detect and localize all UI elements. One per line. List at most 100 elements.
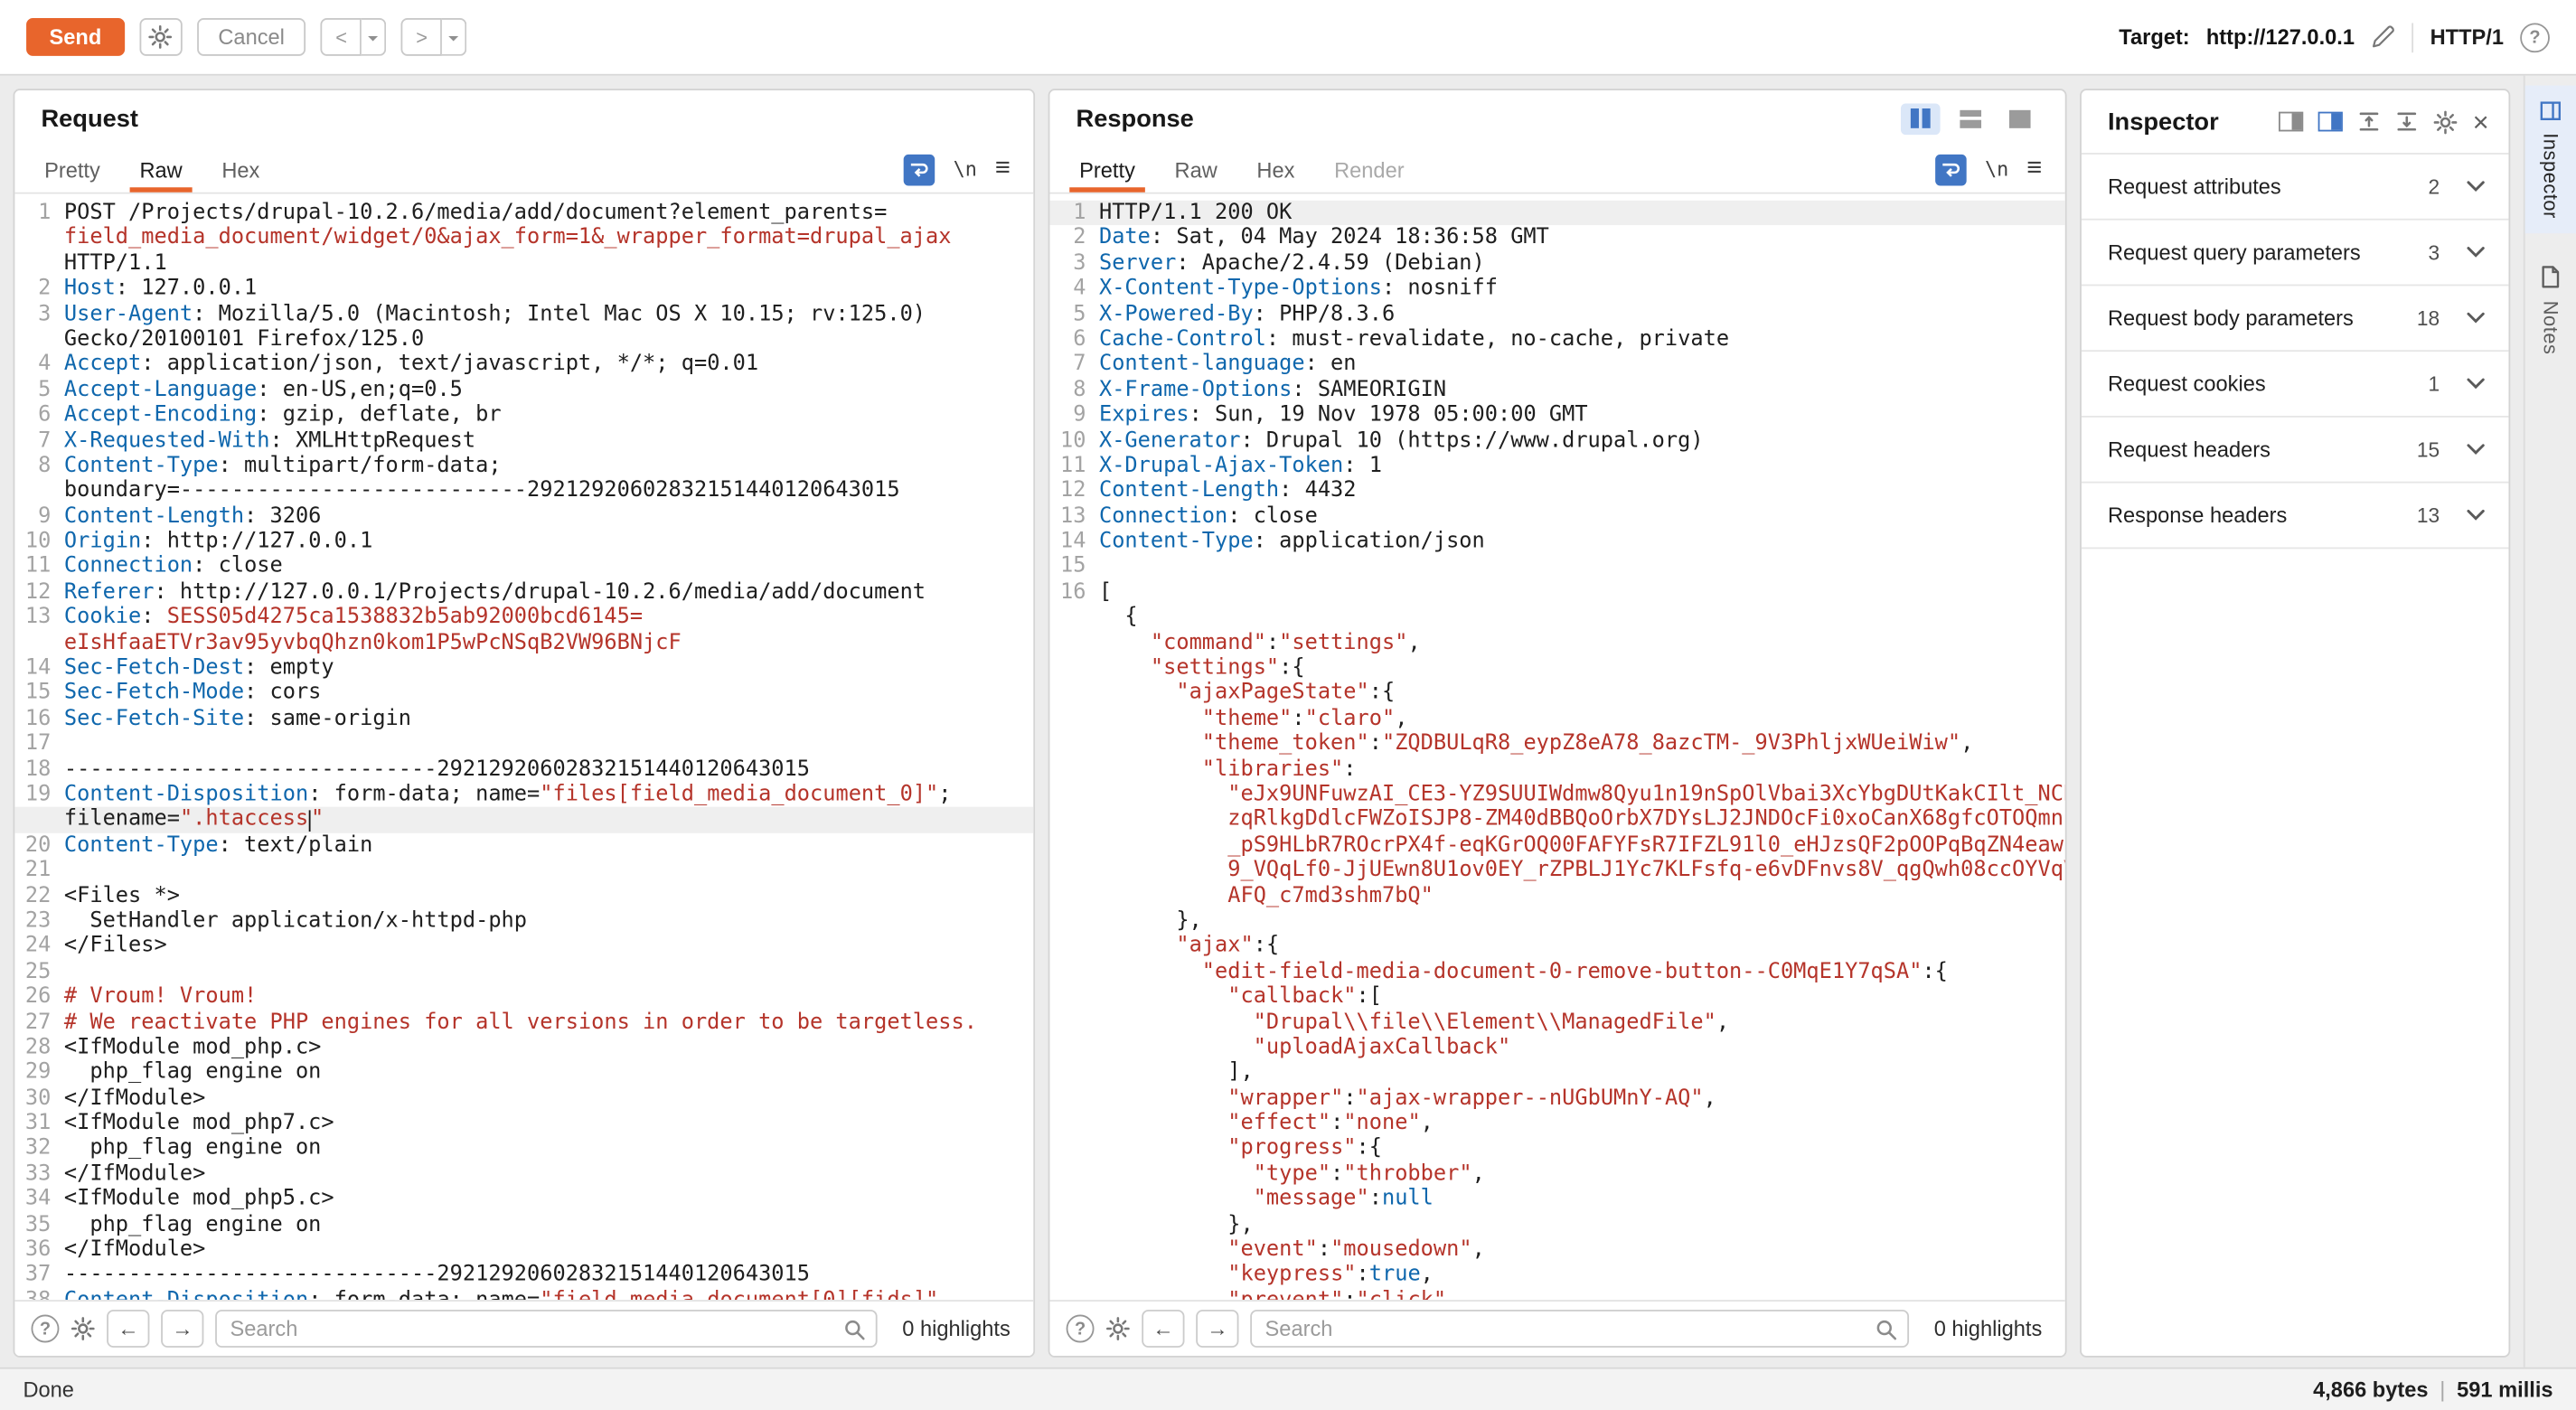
code-text: "message":null: [1099, 1187, 1434, 1212]
tab-pretty[interactable]: Pretty: [24, 146, 119, 193]
history-back-button[interactable]: <: [321, 18, 362, 56]
code-text: "ajax":{: [1099, 934, 1279, 959]
line-number: 6: [14, 403, 64, 428]
section-count-badge: 18: [2417, 306, 2440, 329]
code-text: "theme":"claro",: [1099, 706, 1407, 731]
code-text: Expires: Sun, 19 Nov 1978 05:00:00 GMT: [1099, 403, 1588, 428]
code-row: 15: [1049, 555, 2064, 580]
history-forward-button[interactable]: >: [401, 18, 442, 56]
search-help-icon[interactable]: ?: [32, 1315, 60, 1343]
send-button[interactable]: Send: [26, 18, 125, 56]
notes-icon: [2540, 265, 2562, 289]
code-row: 23 SetHandler application/x-httpd-php: [14, 908, 1033, 934]
search-next-button[interactable]: →: [1196, 1310, 1238, 1348]
code-text: Content-language: en: [1099, 352, 1357, 378]
help-icon[interactable]: ?: [2520, 23, 2550, 52]
search-next-button[interactable]: →: [161, 1310, 203, 1348]
code-text: "progress":{: [1099, 1136, 1382, 1161]
request-editor[interactable]: 1POST /Projects/drupal-10.2.6/media/add/…: [14, 194, 1033, 1301]
code-row: 4X-Content-Type-Options: nosniff: [1049, 277, 2064, 302]
code-text: Connection: close: [1099, 504, 1318, 530]
code-row: "effect":"none",: [1049, 1111, 2064, 1136]
layout-columns-button[interactable]: [1901, 103, 1941, 135]
line-number: 21: [14, 858, 64, 883]
code-row: "uploadAjaxCallback": [1049, 1035, 2064, 1060]
request-settings-button[interactable]: [139, 18, 182, 56]
line-number: [1049, 1161, 1099, 1187]
response-panel-title: Response: [1076, 104, 1194, 132]
code-text: Accept: application/json, text/javascrip…: [64, 352, 758, 378]
word-wrap-toggle[interactable]: [904, 154, 935, 185]
collapse-all-icon[interactable]: [2357, 110, 2380, 133]
code-text: },: [1099, 908, 1202, 934]
code-row: 14Content-Type: application/json: [1049, 530, 2064, 555]
inspector-section-request-headers[interactable]: Request headers15: [2082, 418, 2509, 484]
search-prev-button[interactable]: ←: [1142, 1310, 1184, 1348]
line-number: 4: [14, 352, 64, 378]
line-number: [1049, 883, 1099, 908]
tab-raw[interactable]: Raw: [1155, 146, 1237, 193]
inspector-settings-gear-icon[interactable]: [2433, 109, 2458, 134]
line-number: 3: [14, 302, 64, 327]
response-editor[interactable]: 1HTTP/1.1 200 OK2Date: Sat, 04 May 2024 …: [1049, 194, 2064, 1301]
code-row: "ajaxPageState":{: [1049, 682, 2064, 707]
inspector-section-request-attributes[interactable]: Request attributes2: [2082, 155, 2509, 221]
editor-menu-button[interactable]: ≡: [2026, 155, 2042, 184]
close-icon[interactable]: ×: [2473, 108, 2489, 136]
search-input[interactable]: [230, 1316, 832, 1340]
dock-right-icon[interactable]: [2318, 112, 2343, 132]
tab-hex[interactable]: Hex: [202, 146, 280, 193]
status-text: Done: [23, 1377, 73, 1402]
line-number: 38: [14, 1288, 64, 1300]
code-row: 31<IfModule mod_php7.c>: [14, 1111, 1033, 1136]
search-input[interactable]: [1265, 1316, 1866, 1340]
code-text: Sec-Fetch-Site: same-origin: [64, 706, 411, 731]
word-wrap-toggle[interactable]: [1936, 154, 1968, 185]
code-row: 12Content-Length: 4432: [1049, 479, 2064, 504]
show-newlines-toggle[interactable]: \n: [954, 158, 977, 181]
inspector-section-request-body-parameters[interactable]: Request body parameters18: [2082, 286, 2509, 352]
response-tabs-row: PrettyRawHexRender \n ≡: [1049, 146, 2064, 194]
search-help-icon[interactable]: ?: [1067, 1315, 1095, 1343]
tab-hex[interactable]: Hex: [1237, 146, 1315, 193]
inspector-section-request-query-parameters[interactable]: Request query parameters3: [2082, 221, 2509, 287]
code-text: "type":"throbber",: [1099, 1161, 1485, 1187]
search-settings-gear-icon[interactable]: [1105, 1316, 1130, 1340]
code-text: php_flag engine on: [64, 1060, 322, 1086]
code-text: Content-Type: application/json: [1099, 530, 1485, 555]
code-text: "event":"mousedown",: [1099, 1237, 1485, 1263]
line-number: [1049, 1086, 1099, 1111]
history-back-menu-button[interactable]: [362, 18, 386, 56]
line-number: [14, 479, 64, 504]
search-settings-gear-icon[interactable]: [71, 1316, 95, 1340]
line-number: [1049, 908, 1099, 934]
separator: |: [2440, 1377, 2445, 1402]
search-prev-button[interactable]: ←: [107, 1310, 149, 1348]
code-row: },: [1049, 908, 2064, 934]
code-text: 9_VQqLf0-JjUEwn8U1ov0EY_rZPBLJ1Yc7KLFsfq…: [1099, 858, 2065, 883]
inspector-section-request-cookies[interactable]: Request cookies1: [2082, 352, 2509, 418]
dock-left-icon[interactable]: [2279, 112, 2303, 132]
editor-menu-button[interactable]: ≡: [995, 155, 1011, 184]
code-row: "command":"settings",: [1049, 631, 2064, 656]
side-tab-inspector[interactable]: Inspector: [2525, 86, 2576, 234]
layout-single-button[interactable]: [1999, 103, 2039, 135]
cancel-button[interactable]: Cancel: [197, 18, 306, 56]
show-newlines-toggle[interactable]: \n: [1985, 158, 2008, 181]
code-text: Origin: http://127.0.0.1: [64, 530, 372, 555]
side-tab-notes[interactable]: Notes: [2525, 249, 2576, 369]
tab-raw[interactable]: Raw: [120, 146, 202, 193]
inspector-section-response-headers[interactable]: Response headers13: [2082, 484, 2509, 550]
edit-target-icon[interactable]: [2371, 24, 2395, 49]
expand-all-icon[interactable]: [2395, 110, 2418, 133]
code-text: {: [1099, 606, 1138, 631]
layout-rows-button[interactable]: [1950, 103, 1989, 135]
response-size: 4,866 bytes: [2313, 1377, 2428, 1402]
tab-render[interactable]: Render: [1314, 146, 1424, 193]
tab-pretty[interactable]: Pretty: [1059, 146, 1154, 193]
history-forward-menu-button[interactable]: [442, 18, 466, 56]
code-text: "command":"settings",: [1099, 631, 1421, 656]
code-row: 29 php_flag engine on: [14, 1060, 1033, 1086]
code-text: <IfModule mod_php7.c>: [64, 1111, 334, 1136]
code-text: eIsHfaaETVr3av95yvbqQhzn0kom1P5wPcNSqB2V…: [64, 631, 682, 656]
